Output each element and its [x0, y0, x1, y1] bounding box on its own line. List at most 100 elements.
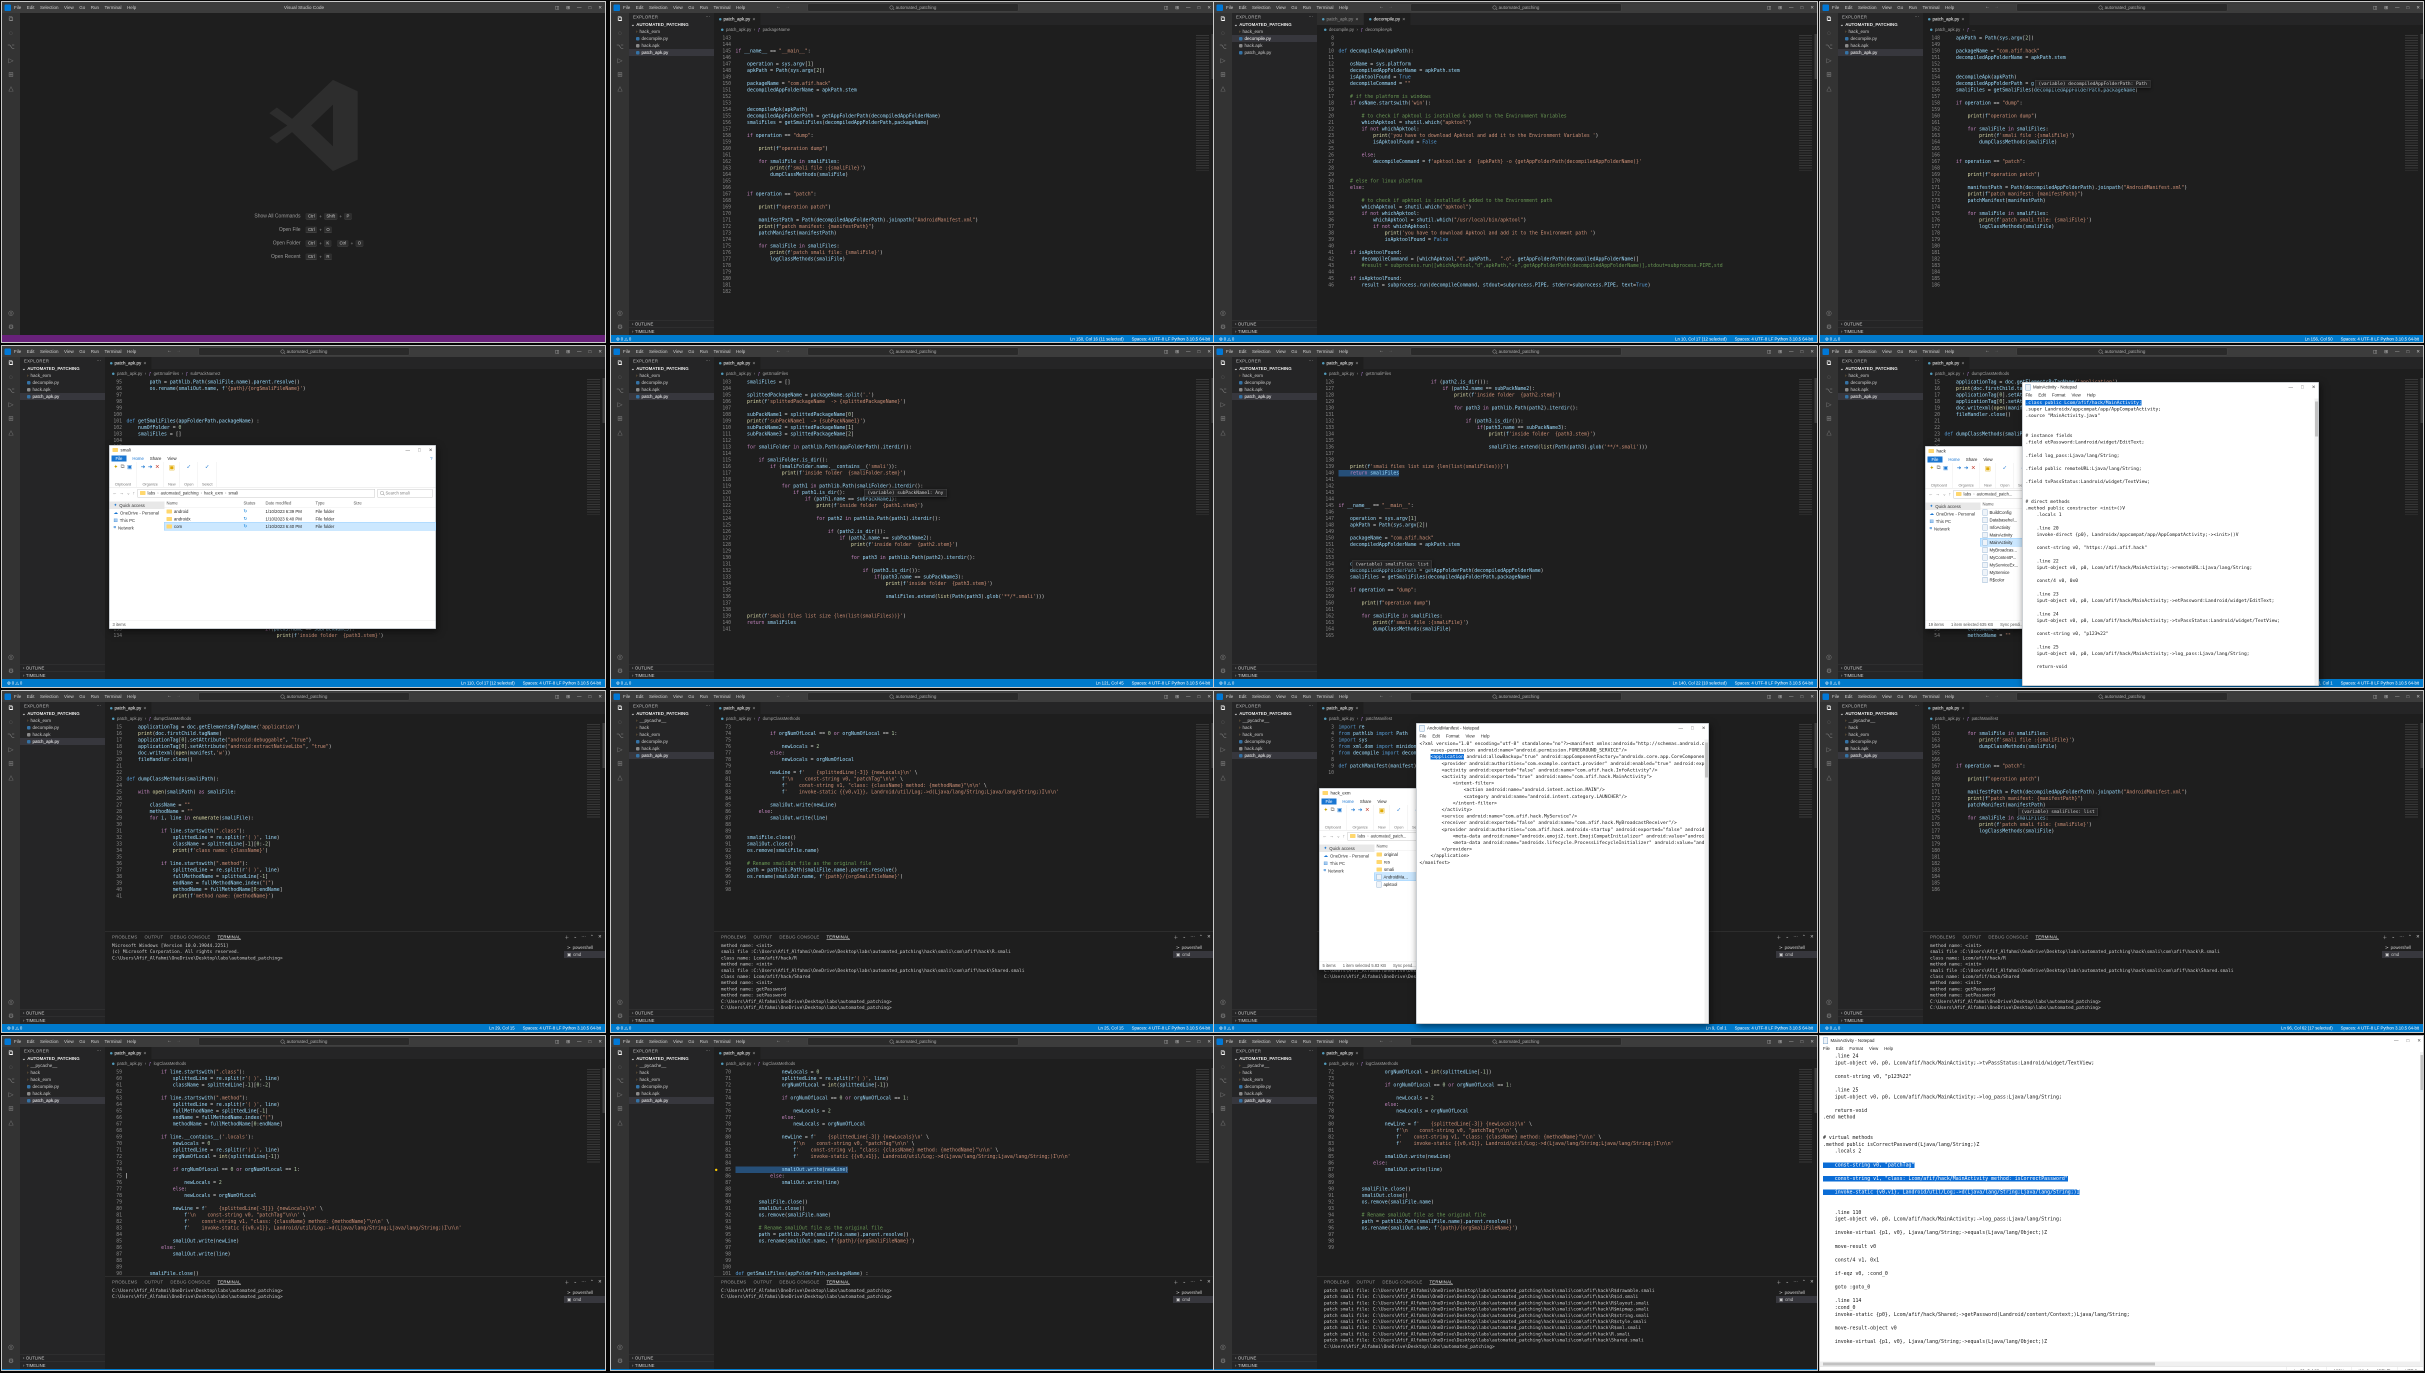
ribbon-icon[interactable]: ✕	[1365, 807, 1370, 814]
maximize-panel-icon[interactable]: ⌃	[1802, 934, 1806, 941]
run-debug-icon[interactable]: ▷	[618, 57, 623, 65]
menu-item-file[interactable]: File	[14, 694, 21, 699]
sidebar-item-decompile.py[interactable]: decompile.py	[629, 35, 714, 42]
outline-section[interactable]: ›OUTLINE	[20, 1009, 105, 1017]
forward-icon[interactable]: →	[176, 348, 181, 354]
forward-icon[interactable]: →	[1330, 833, 1335, 839]
panel-tab-output[interactable]: OUTPUT	[1962, 935, 1981, 940]
maximize-button[interactable]: □	[1198, 5, 1201, 10]
close-tab-icon[interactable]: ✕	[1355, 17, 1358, 22]
forward-icon[interactable]: →	[785, 4, 790, 10]
maximize-button[interactable]: □	[1198, 694, 1201, 699]
new-terminal-icon[interactable]: ＋	[565, 934, 570, 941]
forward-icon[interactable]: →	[1936, 491, 1941, 497]
editor-status-info[interactable]: Spaces: 4 UTF-8 LF Python 3.10.5 64-bit	[1735, 1026, 1813, 1031]
layout-panel-icon[interactable]: ◫	[555, 694, 559, 700]
forward-icon[interactable]: →	[1388, 4, 1393, 10]
notepad-window[interactable]: AndroidManifest - Notepad—□✕FileEditForm…	[1416, 723, 1709, 1024]
menu-item-edit[interactable]: Edit	[1239, 349, 1247, 354]
workspace-root[interactable]: ⌄AUTOMATED_PATCHING	[20, 710, 105, 717]
breadcrumb-segment[interactable]: dumpClassMethods	[1972, 371, 2010, 376]
terminal-item-cmd[interactable]: ▣cmd	[1776, 951, 1818, 958]
source-control-icon[interactable]: ⌥	[616, 1077, 623, 1085]
minimize-button[interactable]: —	[577, 1039, 582, 1044]
menu-item-terminal[interactable]: Terminal	[104, 1039, 121, 1044]
menu-item-terminal[interactable]: Terminal	[1316, 694, 1333, 699]
account-icon[interactable]: ◎	[1220, 998, 1226, 1006]
explorer-icon[interactable]: ⧉	[1221, 359, 1226, 367]
outline-section[interactable]: ›OUTLINE	[1232, 320, 1317, 328]
menu-item-help[interactable]: Help	[736, 5, 745, 10]
command-search-input[interactable]: automated_patching	[1411, 1038, 1622, 1046]
menu-item-selection[interactable]: Selection	[649, 5, 668, 10]
menu-item-selection[interactable]: Selection	[1252, 1039, 1271, 1044]
settings-gear-icon[interactable]: ⚙	[1826, 1012, 1832, 1020]
split-icon[interactable]: ⌄	[2391, 934, 2395, 941]
minimize-button[interactable]: —	[2289, 384, 2294, 390]
nav-item-network[interactable]: ⌗Network	[1926, 525, 1981, 533]
problems-status[interactable]: ⊗ 0 △ 0	[616, 680, 631, 686]
nav-item-quick-access[interactable]: ✦Quick access	[1320, 845, 1375, 853]
run-debug-icon[interactable]: ▷	[9, 1091, 14, 1099]
menu-item-go[interactable]: Go	[1897, 694, 1903, 699]
code-editor[interactable]: 126 if (path2.is_dir()):127 if (path2.na…	[1317, 378, 1818, 679]
address-segment[interactable]: automated_patch...	[1371, 834, 1407, 839]
ribbon-icon[interactable]: ⧉	[1937, 465, 1941, 472]
workspace-root[interactable]: ⌄AUTOMATED_PATCHING	[1838, 365, 1923, 372]
command-search-input[interactable]: automated_patching	[808, 348, 1019, 356]
maximize-panel-icon[interactable]: ⌃	[1802, 1279, 1806, 1286]
new-terminal-icon[interactable]: ＋	[1174, 1279, 1179, 1286]
explorer-icon[interactable]: ⧉	[9, 359, 14, 367]
sidebar-item-patch_apk.py[interactable]: patch_apk.py	[1232, 393, 1317, 400]
menu-item-run[interactable]: Run	[1303, 5, 1311, 10]
sidebar-item-hack_exm[interactable]: ›hack_exm	[20, 717, 105, 724]
file-row[interactable]: android↻1/10/2023 6:39 PMFile folder	[165, 508, 436, 516]
account-icon[interactable]: ◎	[8, 309, 14, 317]
menu-item-file[interactable]: File	[623, 1039, 630, 1044]
more-actions-icon[interactable]: ⋯	[97, 1048, 102, 1054]
timeline-section[interactable]: ›TIMELINE	[629, 1362, 714, 1370]
tab-patch_apk.py[interactable]: patch_apk.py✕	[1923, 13, 1970, 25]
menu-item-run[interactable]: Run	[1909, 5, 1917, 10]
menu-item-terminal[interactable]: Terminal	[713, 1039, 730, 1044]
maximize-button[interactable]: □	[2407, 5, 2410, 10]
settings-gear-icon[interactable]: ⚙	[8, 1012, 14, 1020]
code-editor[interactable]: 148 apkPath = Path(sys.argv[2])149150 pa…	[1923, 34, 2424, 335]
notepad-vscrollbar[interactable]	[2420, 1052, 2424, 1362]
close-button[interactable]: ✕	[1810, 1039, 1814, 1045]
sidebar-item-hack.apk[interactable]: hack.apk	[629, 745, 714, 752]
run-debug-icon[interactable]: ▷	[1221, 746, 1226, 754]
search-icon[interactable]: ◌	[9, 373, 13, 381]
panel-tab-terminal[interactable]: TERMINAL	[217, 1279, 240, 1285]
minimap[interactable]	[1196, 35, 1209, 170]
close-panel-icon[interactable]: ✕	[1207, 1279, 1211, 1286]
sidebar-item-hack_exm[interactable]: ›hack_exm	[629, 1076, 714, 1083]
outline-section[interactable]: ›OUTLINE	[1232, 664, 1317, 672]
more-icon[interactable]: ⋯	[1190, 1279, 1195, 1286]
layout-grid-icon[interactable]: ⊞	[566, 1039, 570, 1045]
minimize-button[interactable]: —	[2394, 1038, 2399, 1044]
testing-icon[interactable]: △	[9, 1119, 14, 1127]
problems-status[interactable]: ⊗ 0 △ 0	[1219, 1025, 1234, 1031]
sidebar-item-decompile.py[interactable]: decompile.py	[1838, 738, 1923, 745]
address-segment[interactable]: labs	[148, 491, 156, 496]
more-icon[interactable]: ⋯	[581, 1279, 586, 1286]
search-icon[interactable]: ◌	[618, 1063, 622, 1071]
settings-gear-icon[interactable]: ⚙	[617, 1357, 623, 1365]
forward-icon[interactable]: →	[785, 348, 790, 354]
panel-tab-problems[interactable]: PROBLEMS	[112, 935, 137, 940]
more-actions-icon[interactable]: ⋯	[706, 14, 711, 20]
terminal-output[interactable]: C:\Users\Afif_Alfahmi\OneDrive\Desktop\l…	[105, 1287, 564, 1369]
command-search-input[interactable]: automated_patching	[2017, 4, 2228, 12]
maximize-button[interactable]: □	[2301, 384, 2304, 390]
editor-scrollbar[interactable]	[2421, 378, 2425, 423]
menu-item-view[interactable]: View	[673, 694, 683, 699]
close-button[interactable]: ✕	[1207, 5, 1211, 11]
workspace-root[interactable]: ⌄AUTOMATED_PATCHING	[1232, 21, 1317, 28]
help-icon[interactable]: ?	[430, 456, 435, 461]
breadcrumb-segment[interactable]: patchManifest	[1366, 716, 1392, 721]
layout-panel-icon[interactable]: ◫	[2373, 5, 2377, 11]
panel-tab-output[interactable]: OUTPUT	[1356, 1280, 1375, 1285]
breadcrumb-segment[interactable]: ...	[1972, 27, 1976, 32]
more-actions-icon[interactable]: ⋯	[706, 703, 711, 709]
